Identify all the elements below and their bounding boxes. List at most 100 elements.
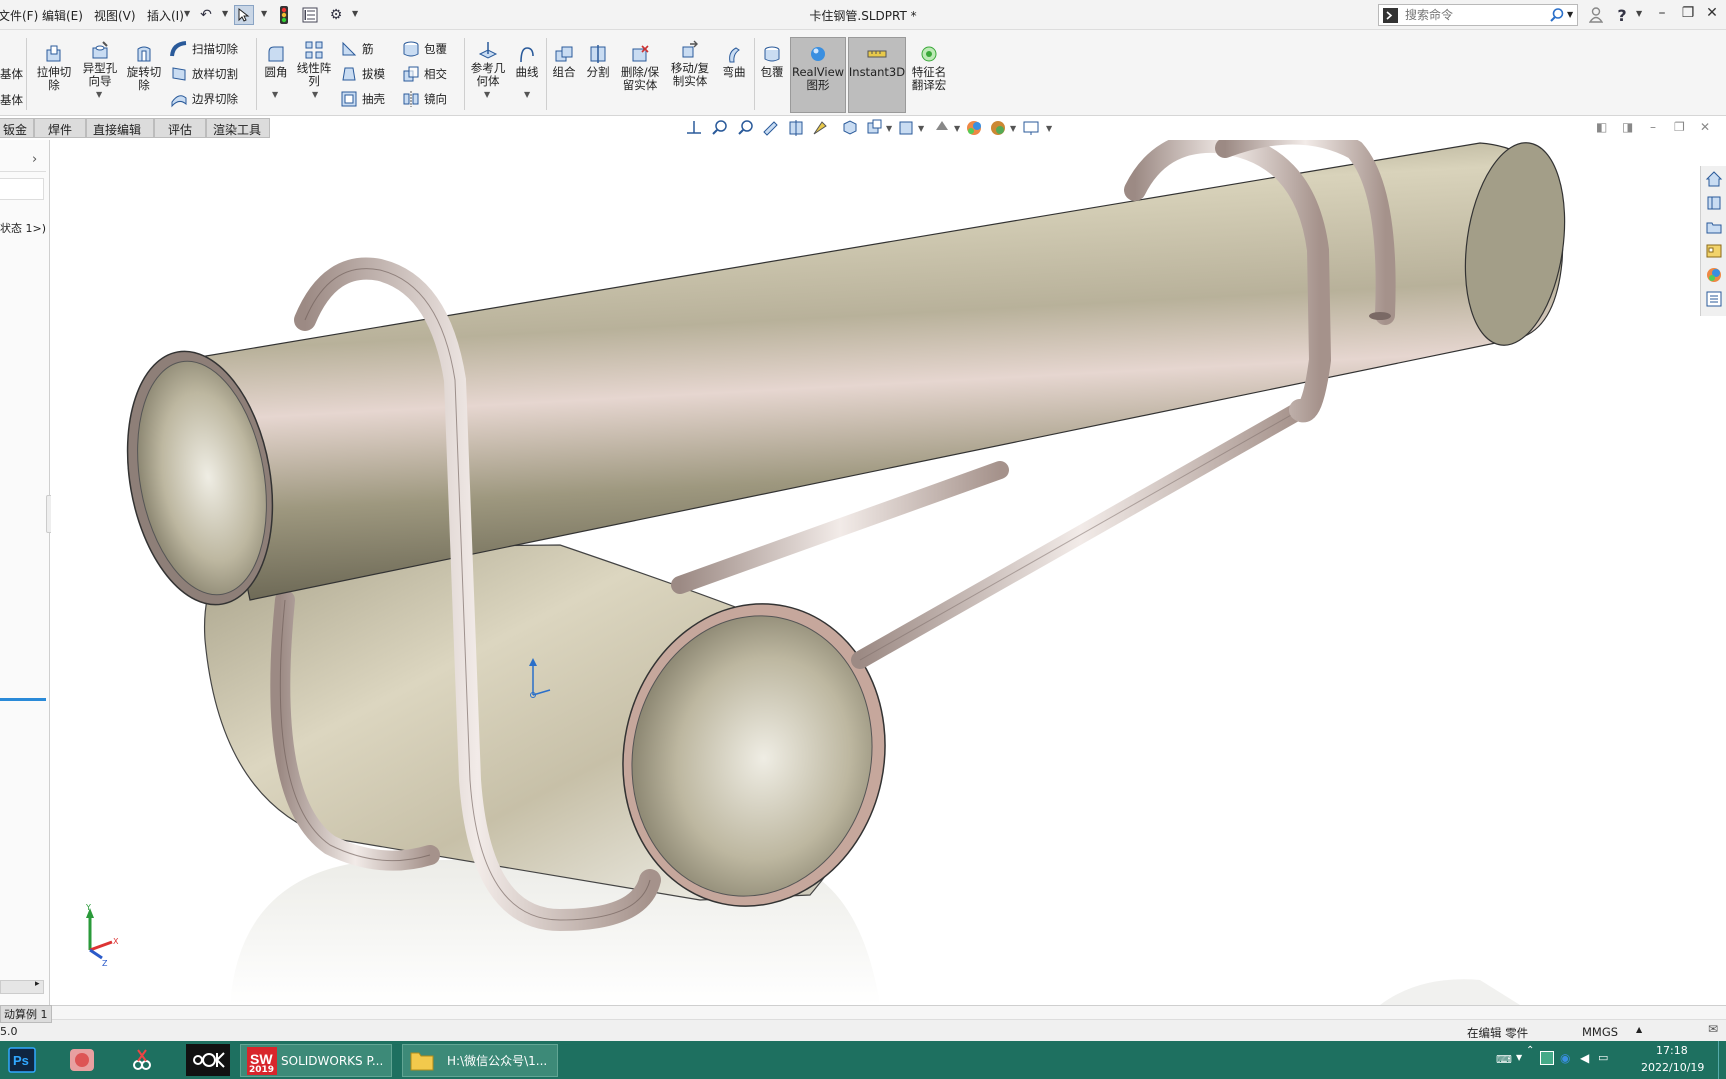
- feature-translator-button[interactable]: 特征名翻译宏: [908, 44, 950, 92]
- unit-system[interactable]: MMGS: [1582, 1025, 1618, 1039]
- appearances-icon[interactable]: [1705, 266, 1723, 284]
- search-box[interactable]: ▼: [1378, 4, 1578, 26]
- tab-motion-study[interactable]: 动算例 1: [0, 1005, 52, 1023]
- menu-edit[interactable]: 编辑(E): [42, 7, 83, 24]
- chevron-down-icon[interactable]: ▼: [484, 90, 490, 99]
- taskbar-solidworks[interactable]: SW 2019 SOLIDWORKS P...: [240, 1044, 392, 1077]
- close-button[interactable]: ✕: [1700, 5, 1724, 25]
- fillet-button[interactable]: 圆角: [260, 44, 292, 79]
- render-icon[interactable]: [991, 121, 1005, 135]
- volume-icon[interactable]: ◀: [1580, 1051, 1589, 1065]
- curves-button[interactable]: 曲线: [512, 44, 542, 79]
- chevron-up-icon[interactable]: ⌃: [1526, 1045, 1534, 1056]
- horizontal-scrollbar[interactable]: ▸: [0, 979, 44, 994]
- clock-time[interactable]: 17:18: [1656, 1044, 1688, 1057]
- view-settings-icon[interactable]: [1023, 121, 1039, 135]
- combine-button[interactable]: 组合: [548, 44, 580, 79]
- view-orientation-icon[interactable]: [687, 121, 701, 134]
- scene-icon[interactable]: [967, 121, 981, 135]
- viewport-restore-icon[interactable]: ❐: [1674, 120, 1685, 134]
- chevron-down-icon[interactable]: ▼: [1636, 9, 1642, 18]
- tab-direct-editing[interactable]: 直接编辑: [86, 118, 154, 138]
- boundary-cut-button[interactable]: 边界切除: [170, 90, 238, 108]
- flex-button[interactable]: 弯曲: [718, 44, 750, 79]
- restore-button[interactable]: ❐: [1676, 5, 1700, 25]
- boss-base-partial-2[interactable]: 基体: [0, 92, 23, 108]
- edit-appearance-icon[interactable]: [936, 121, 948, 130]
- snipping-tool-icon[interactable]: [120, 1044, 164, 1076]
- network-icon[interactable]: ▭: [1598, 1051, 1608, 1064]
- chevron-down-icon[interactable]: ▼: [222, 9, 228, 18]
- loft-cut-button[interactable]: 放样切割: [170, 65, 238, 83]
- custom-properties-icon[interactable]: [1705, 290, 1723, 308]
- view-cube-icon[interactable]: [843, 120, 857, 135]
- wrap-button[interactable]: 包覆: [402, 40, 447, 58]
- tile-right-icon[interactable]: ◨: [1622, 120, 1633, 134]
- mirror-button[interactable]: 镜向: [402, 90, 447, 108]
- tab-render-tools[interactable]: 渲染工具: [206, 118, 270, 138]
- draft-button[interactable]: 拔模: [340, 65, 385, 83]
- keyboard-icon[interactable]: ⌨: [1496, 1053, 1512, 1066]
- user-icon[interactable]: [1586, 5, 1606, 25]
- zoom-to-fit-icon[interactable]: [712, 120, 727, 135]
- show-desktop-button[interactable]: [1718, 1041, 1726, 1079]
- split-button[interactable]: 分割: [582, 44, 614, 79]
- view-palette-icon[interactable]: [1705, 242, 1723, 260]
- rib-button[interactable]: 筋: [340, 40, 374, 58]
- tab-sheet-metal[interactable]: 钣金: [0, 118, 34, 138]
- clock-date[interactable]: 2022/10/19: [1641, 1061, 1704, 1074]
- chevron-down-icon[interactable]: ▼: [1567, 10, 1573, 19]
- chevron-down-icon[interactable]: ▼: [96, 90, 102, 99]
- cloud-icon[interactable]: ◉: [1560, 1051, 1570, 1065]
- wechat-tray-icon[interactable]: [1540, 1051, 1554, 1065]
- viewport-minimize-icon[interactable]: –: [1650, 120, 1656, 134]
- rebuild-icon[interactable]: [274, 5, 294, 25]
- dynamic-annotation-icon[interactable]: [813, 121, 827, 135]
- upper-pipe[interactable]: [109, 140, 1577, 616]
- sweep-cut-button[interactable]: 扫描切除: [170, 40, 238, 58]
- search-icon[interactable]: [1549, 7, 1565, 26]
- hide-show-items-icon[interactable]: [899, 121, 913, 135]
- display-style-icon[interactable]: [867, 119, 882, 134]
- previous-view-icon[interactable]: [763, 121, 778, 136]
- scroll-right-icon[interactable]: ▸: [35, 979, 40, 989]
- app-launcher-icon[interactable]: [60, 1044, 104, 1076]
- menu-insert[interactable]: 插入(I): [147, 7, 184, 24]
- home-icon[interactable]: [1705, 170, 1723, 188]
- extrude-cut-button[interactable]: 拉伸切除: [34, 44, 74, 92]
- zoom-area-icon[interactable]: [738, 120, 753, 135]
- chevron-down-icon[interactable]: ▼: [352, 9, 358, 18]
- wrap2-button[interactable]: 包覆: [756, 44, 788, 79]
- tab-evaluate[interactable]: 评估: [154, 118, 206, 138]
- minimize-button[interactable]: –: [1650, 5, 1674, 25]
- filter-box[interactable]: [0, 178, 44, 200]
- panel-splitter[interactable]: [0, 698, 46, 701]
- chevron-down-icon[interactable]: ▼: [272, 90, 278, 99]
- intersect-button[interactable]: 相交: [402, 65, 447, 83]
- chevron-up-icon[interactable]: ▲: [1636, 1025, 1642, 1034]
- search-input[interactable]: [1405, 7, 1545, 23]
- help-icon[interactable]: ?: [1612, 5, 1632, 25]
- linear-pattern-button[interactable]: 线性阵列: [294, 40, 334, 88]
- design-library-icon[interactable]: [1705, 194, 1723, 212]
- gear-icon[interactable]: ⚙: [326, 5, 346, 25]
- revolve-cut-button[interactable]: 旋转切除: [124, 44, 164, 92]
- tile-left-icon[interactable]: ◧: [1596, 120, 1607, 134]
- chevron-down-icon[interactable]: ▼: [1516, 1053, 1522, 1062]
- photoshop-icon[interactable]: Ps: [0, 1044, 44, 1076]
- graphics-area[interactable]: Y X Z: [51, 140, 1726, 1005]
- chevron-down-icon[interactable]: ▼: [184, 9, 190, 18]
- hole-wizard-button[interactable]: 异型孔向导: [78, 40, 122, 88]
- status-info-icon[interactable]: ✉: [1708, 1022, 1718, 1036]
- reference-geometry-button[interactable]: 参考几何体: [466, 40, 510, 88]
- chevron-down-icon[interactable]: ▼: [312, 90, 318, 99]
- ok-app-icon[interactable]: [186, 1044, 230, 1076]
- instant3d-toggle[interactable]: Instant3D: [848, 44, 906, 79]
- shell-button[interactable]: 抽壳: [340, 90, 385, 108]
- lower-pipe[interactable]: [203, 544, 913, 931]
- taskbar-explorer[interactable]: H:\微信公众号\1...: [402, 1044, 558, 1077]
- chevron-down-icon[interactable]: ▼: [524, 90, 530, 99]
- delete-keep-body-button[interactable]: 删除/保留实体: [618, 44, 662, 92]
- folder-icon[interactable]: [1705, 218, 1723, 236]
- section-view-icon[interactable]: [789, 120, 803, 136]
